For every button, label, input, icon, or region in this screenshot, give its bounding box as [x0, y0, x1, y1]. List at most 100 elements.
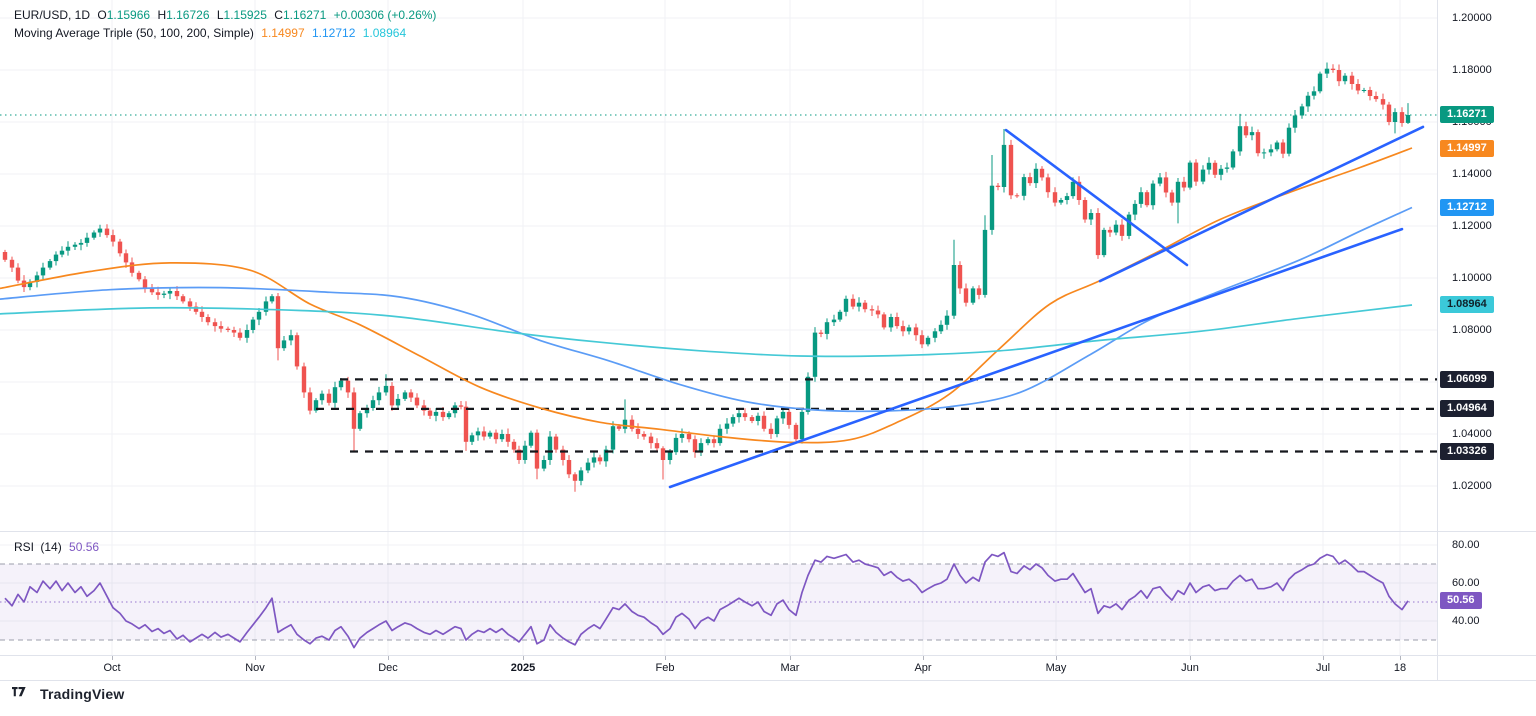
candle-body	[939, 325, 943, 332]
time-label-2025: 2025	[511, 662, 535, 674]
candle-body	[206, 317, 210, 322]
open-value: 1.15966	[107, 8, 150, 22]
price-tick-1.14000: 1.14000	[1452, 168, 1492, 180]
price-tick-1.02000: 1.02000	[1452, 480, 1492, 492]
ma100-line[interactable]	[0, 208, 1412, 412]
candle-body	[3, 252, 7, 260]
candle-body	[488, 433, 492, 437]
candle-body	[844, 299, 848, 312]
candle-body	[226, 329, 230, 330]
candle-body	[251, 320, 255, 330]
candle-body	[54, 255, 58, 262]
candle-body	[712, 439, 716, 443]
candle-body	[111, 235, 115, 242]
price-tick-1.18000: 1.18000	[1452, 64, 1492, 76]
candle-body	[914, 327, 918, 335]
candle-body	[1244, 126, 1248, 135]
price-badge-1.16271: 1.16271	[1440, 106, 1494, 123]
candle-body	[1219, 169, 1223, 175]
price-tick-1.20000: 1.20000	[1452, 12, 1492, 24]
candle-body	[1009, 145, 1013, 195]
ma200-line[interactable]	[0, 305, 1412, 356]
candle-body	[66, 247, 70, 251]
candle-body	[586, 463, 590, 471]
candle-body	[390, 386, 394, 406]
candle-body	[617, 426, 621, 429]
close-label: C	[274, 8, 283, 22]
symbol-title[interactable]: EUR/USD, 1D	[14, 8, 90, 22]
trendline-ascending-support-long[interactable]	[670, 229, 1402, 487]
candle-body	[870, 309, 874, 310]
rsi-indicator-legend: RSI (14) 50.56	[14, 540, 103, 554]
candle-body	[661, 448, 665, 460]
rsi-title[interactable]: RSI	[14, 540, 34, 554]
high-label: H	[157, 8, 166, 22]
price-tick-1.12000: 1.12000	[1452, 220, 1492, 232]
candle-body	[655, 443, 659, 448]
candle-body	[384, 386, 388, 393]
time-label-Mar: Mar	[781, 662, 800, 674]
candle-body	[781, 412, 785, 419]
candle-body	[1201, 170, 1205, 182]
candle-body	[1238, 126, 1242, 151]
ma200-value: 1.08964	[363, 26, 406, 40]
ma-indicator-title[interactable]: Moving Average Triple (50, 100, 200, Sim…	[14, 26, 254, 40]
close-value: 1.16271	[283, 8, 326, 22]
ma50-line[interactable]	[0, 148, 1412, 443]
candle-body	[150, 288, 154, 292]
pane-separator[interactable]	[0, 531, 1536, 532]
candle-body	[1356, 84, 1360, 91]
candle-body	[10, 260, 14, 268]
candle-body	[542, 460, 546, 469]
candle-body	[447, 413, 451, 417]
candle-body	[459, 405, 463, 406]
candle-body	[687, 434, 691, 439]
candle-body	[882, 314, 886, 327]
price-badge-1.08964: 1.08964	[1440, 296, 1494, 313]
candle-body	[1231, 151, 1235, 167]
price-tick-1.08000: 1.08000	[1452, 324, 1492, 336]
candle-body	[396, 399, 400, 406]
rsi-pane[interactable]	[0, 532, 1437, 656]
candle-body	[668, 452, 672, 460]
candle-body	[219, 326, 223, 329]
time-tick-mark	[112, 656, 113, 660]
candle-body	[971, 288, 975, 302]
candle-body	[1083, 200, 1087, 220]
candle-body	[1034, 169, 1038, 183]
open-label: O	[97, 8, 106, 22]
candle-body	[1406, 115, 1410, 123]
candle-body	[529, 433, 533, 446]
tradingview-logo-icon	[12, 687, 34, 702]
candlestick-series[interactable]	[3, 63, 1410, 492]
candle-body	[85, 238, 89, 243]
candle-body	[1170, 193, 1174, 203]
price-badge-1.12712: 1.12712	[1440, 199, 1494, 216]
candle-body	[1053, 192, 1057, 202]
candle-body	[358, 413, 362, 429]
candle-body	[16, 268, 20, 281]
candle-body	[1306, 96, 1310, 107]
time-axis[interactable]: OctNovDec2025FebMarAprMayJunJul18	[0, 656, 1536, 680]
time-label-Jul: Jul	[1316, 662, 1330, 674]
candle-body	[1176, 182, 1180, 203]
price-pane[interactable]	[0, 0, 1437, 532]
candle-body	[649, 437, 653, 444]
rsi-band	[0, 564, 1437, 640]
tradingview-logo[interactable]: TradingView	[12, 686, 124, 702]
bottom-separator	[0, 680, 1536, 681]
candle-body	[73, 245, 77, 247]
candle-body	[1059, 200, 1063, 203]
candle-body	[257, 312, 261, 320]
candle-body	[832, 320, 836, 323]
candle-body	[592, 457, 596, 462]
candle-body	[238, 333, 242, 338]
candle-body	[1040, 169, 1044, 178]
candle-body	[1262, 152, 1266, 153]
candle-body	[1151, 184, 1155, 206]
candle-body	[851, 299, 855, 307]
candle-body	[327, 394, 331, 403]
ma50-value: 1.14997	[261, 26, 304, 40]
candle-body	[1325, 69, 1329, 74]
candle-body	[143, 279, 147, 288]
